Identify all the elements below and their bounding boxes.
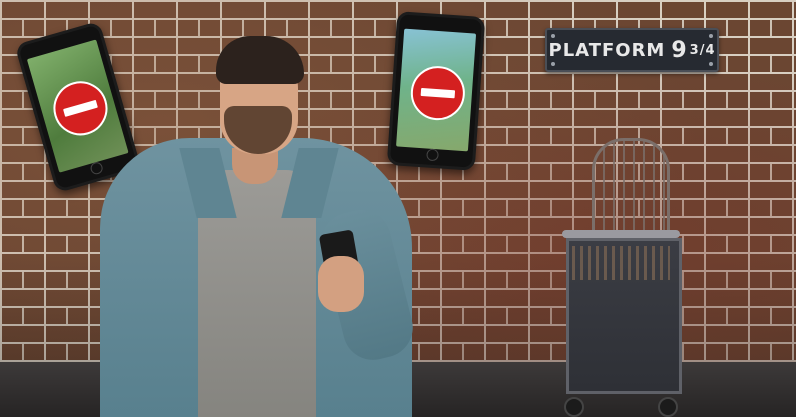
platform-sign-number: 9 bbox=[671, 37, 688, 63]
rivet-icon bbox=[551, 62, 555, 66]
platform-sign-fraction: 3/4 bbox=[689, 42, 716, 58]
wheel-icon bbox=[658, 397, 678, 417]
hand bbox=[318, 256, 364, 312]
luggage-trolley bbox=[556, 138, 686, 417]
rivet-icon bbox=[709, 34, 713, 38]
trolley-handle bbox=[562, 230, 680, 238]
rivet-icon bbox=[551, 34, 555, 38]
trolley-slats bbox=[572, 246, 670, 280]
wheel-icon bbox=[564, 397, 584, 417]
home-button-icon bbox=[426, 148, 439, 162]
platform-sign: PLATFORM 9 3/4 bbox=[545, 28, 719, 72]
birdcage bbox=[592, 138, 670, 236]
photo-scene: PLATFORM 9 3/4 bbox=[0, 0, 796, 417]
man-with-phone bbox=[100, 30, 420, 417]
hair bbox=[216, 36, 304, 84]
platform-sign-word: PLATFORM bbox=[548, 39, 666, 61]
rivet-icon bbox=[709, 62, 713, 66]
